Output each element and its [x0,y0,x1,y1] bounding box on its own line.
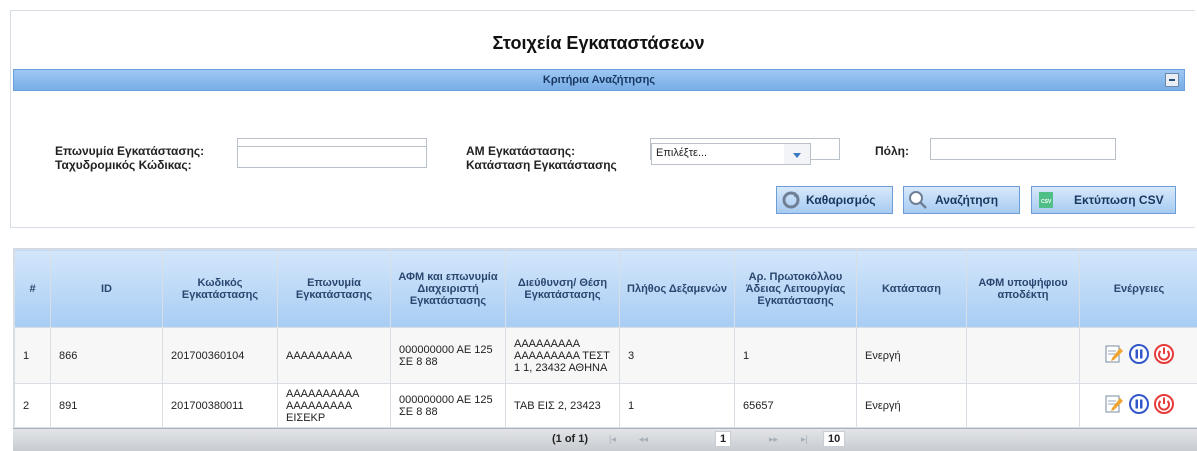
cell-candidate-afm [967,328,1080,384]
zip-label: Ταχυδρομικός Κώδικας: [55,158,192,172]
cell-name: ΑΑΑΑΑΑΑΑΑΑ ΑΑΑΑΑΑΑΑΑ ΕΙΣΕΚΡ [278,384,391,428]
cell-id: 891 [51,384,163,428]
cell-status: Ενεργή [857,384,967,428]
search-button-label: Αναζήτηση [935,193,998,207]
pager-next[interactable]: ▸▸ [769,434,778,445]
pause-icon[interactable] [1128,343,1150,365]
cell-tanks: 3 [620,328,735,384]
cell-protocol: 1 [735,328,857,384]
cell-name: ΑΑΑΑΑΑΑΑΑ [278,328,391,384]
cell-tanks: 1 [620,384,735,428]
cell-afm: 000000000 ΑΕ 125 ΣΕ 8 88 [391,328,506,384]
cell-index: 1 [15,328,51,384]
pager-prev[interactable]: ◂◂ [639,434,648,445]
table-row[interactable]: 1 866 201700360104 ΑΑΑΑΑΑΑΑΑ 000000000 Α… [15,328,1197,384]
table-row[interactable]: 2 891 201700380011 ΑΑΑΑΑΑΑΑΑΑ ΑΑΑΑΑΑΑΑΑ … [15,384,1197,428]
name-label: Επωνυμία Εγκατάστασης: [55,144,204,158]
table-header-row: # ID Κωδικός Εγκατάστασης Επωνυμία Εγκατ… [15,250,1197,328]
cell-code: 201700360104 [163,328,278,384]
cell-address: ΑΑΑΑΑΑΑΑΑ ΑΑΑΑΑΑΑΑΑ ΤΕΣΤ 1 1, 23432 ΑΘΗΝ… [506,328,620,384]
svg-text:CSV: CSV [1041,199,1052,205]
pager-page-size[interactable]: 10 [823,431,845,447]
refresh-icon [781,190,801,210]
header-code[interactable]: Κωδικός Εγκατάστασης [163,250,278,328]
csv-file-icon: CSV [1036,190,1056,210]
clear-button-label: Καθαρισμός [806,193,876,207]
collapse-icon[interactable] [1165,73,1179,87]
header-tanks[interactable]: Πλήθος Δεξαμενών [620,250,735,328]
edit-icon[interactable] [1103,393,1125,415]
zip-input[interactable] [237,146,427,168]
header-candidate-afm[interactable]: ΑΦΜ υποψήφιου αποδέκτη [967,250,1080,328]
header-actions: Ενέργειες [1080,250,1197,328]
export-csv-label: Εκτύπωση CSV [1074,193,1164,207]
cell-id: 866 [51,328,163,384]
header-afm[interactable]: ΑΦΜ και επωνυμία Διαχειριστή Εγκατάσταση… [391,250,506,328]
pager-first[interactable]: |◂ [609,434,616,445]
am-label: ΑΜ Εγκατάστασης: [466,144,575,158]
cell-index: 2 [15,384,51,428]
status-select-value: Επιλέξτε... [656,147,707,159]
header-address[interactable]: Διεύθυνση/ Θέση Εγκατάστασης [506,250,620,328]
cell-address: ΤΑΒ ΕΙΣ 2, 23423 [506,384,620,428]
cell-status: Ενεργή [857,328,967,384]
pager-summary: (1 of 1) [552,433,588,445]
header-protocol[interactable]: Αρ. Πρωτοκόλλου Άδειας Λειτουργίας Εγκατ… [735,250,857,328]
header-id[interactable]: ID [51,250,163,328]
status-label: Κατάσταση Εγκατάστασης [466,158,617,172]
clear-button[interactable]: Καθαρισμός [776,186,893,214]
pagination-bar: (1 of 1) |◂ ◂◂ 1 ▸▸ ▸| 10 [13,428,1197,451]
pager-current[interactable]: 1 [715,431,731,447]
search-criteria-bar[interactable]: Κριτήρια Αναζήτησης [13,69,1185,91]
cell-candidate-afm [967,384,1080,428]
cell-actions [1080,328,1197,384]
header-name[interactable]: Επωνυμία Εγκατάστασης [278,250,391,328]
results-table: # ID Κωδικός Εγκατάστασης Επωνυμία Εγκατ… [13,248,1197,451]
city-input[interactable] [930,138,1116,160]
search-criteria-title: Κριτήρια Αναζήτησης [14,74,1184,86]
city-label: Πόλη: [875,144,909,158]
cell-afm: 000000000 ΑΕ 125 ΣΕ 8 88 [391,384,506,428]
power-icon[interactable] [1153,393,1175,415]
search-button[interactable]: Αναζήτηση [903,186,1020,214]
cell-protocol: 65657 [735,384,857,428]
status-select[interactable]: Επιλέξτε... [651,143,811,165]
header-index[interactable]: # [15,250,51,328]
power-icon[interactable] [1153,343,1175,365]
cell-actions [1080,384,1197,428]
page-title: Στοιχεία Εγκαταστάσεων [0,33,1197,54]
pager-last[interactable]: ▸| [801,434,808,445]
pause-icon[interactable] [1128,393,1150,415]
header-status[interactable]: Κατάσταση [857,250,967,328]
chevron-down-icon[interactable] [784,144,810,164]
cell-code: 201700380011 [163,384,278,428]
edit-icon[interactable] [1103,343,1125,365]
search-icon [908,190,928,210]
export-csv-button[interactable]: CSV Εκτύπωση CSV [1031,186,1176,214]
